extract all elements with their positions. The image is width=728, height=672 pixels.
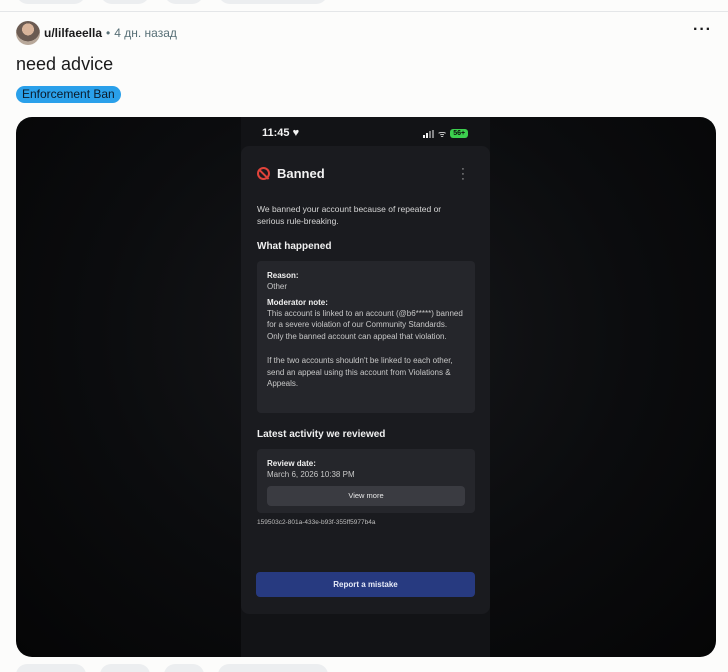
top-action-pill-3[interactable] [164, 0, 204, 4]
divider [0, 11, 728, 12]
avatar[interactable] [16, 21, 40, 45]
comments-button[interactable] [100, 664, 150, 672]
top-action-pill-4[interactable] [218, 0, 328, 4]
wifi-icon: ᯤ [438, 128, 447, 139]
post-timestamp: 4 дн. назад [114, 26, 177, 40]
review-date-label: Review date: [267, 459, 316, 468]
moderator-note-label: Moderator note: [267, 297, 328, 307]
post-title[interactable]: need advice [16, 54, 113, 75]
what-happened-heading: What happened [257, 241, 332, 252]
top-action-pill-2[interactable] [100, 0, 150, 4]
username-link[interactable]: u/lilfaeella [44, 26, 102, 40]
moderator-note-appeal-text: If the two accounts shouldn't be linked … [267, 355, 453, 389]
more-options-icon[interactable]: ··· [693, 22, 712, 38]
battery-icon: 56+ [450, 129, 469, 138]
latest-activity-heading: Latest activity we reviewed [257, 429, 386, 440]
kebab-menu-icon: · · · [461, 163, 465, 185]
view-more-button: View more [267, 486, 465, 506]
signal-icon [423, 129, 434, 138]
post-header: u/lilfaeella • 4 дн. назад ··· [16, 20, 712, 46]
status-icons: ᯤ 56+ [423, 128, 469, 139]
banned-title: Banned [277, 166, 325, 181]
share-button[interactable] [218, 664, 328, 672]
award-button[interactable] [164, 664, 204, 672]
review-date-value: March 6, 2026 10:38 PM [267, 470, 355, 479]
latest-activity-box: Review date: March 6, 2026 10:38 PM View… [257, 449, 475, 513]
vote-button[interactable] [16, 664, 86, 672]
report-mistake-button: Report a mistake [256, 572, 475, 597]
reason-label: Reason: [267, 271, 299, 280]
status-time: 11:45 ♥ [262, 127, 300, 139]
post-flair[interactable]: Enforcement Ban [16, 86, 121, 103]
moderator-note-text: This account is linked to an account (@b… [267, 308, 463, 342]
banned-card: Banned · · · We banned your account becaus… [241, 146, 490, 614]
separator-dot: • [106, 26, 111, 40]
top-action-pill-1[interactable] [16, 0, 86, 4]
post-image[interactable]: 11:45 ♥ ᯤ 56+ Banned · · · We banned your … [16, 117, 716, 657]
ban-icon [257, 167, 270, 180]
reason-value: Other [267, 282, 288, 291]
ban-intro: We banned your account because of repeat… [257, 204, 442, 226]
case-id: 159503c2-801a-433e-b93f-355ff5977b4a [257, 519, 376, 526]
what-happened-box: Reason: Other Moderator note: This accou… [257, 261, 475, 413]
banned-header: Banned [257, 166, 325, 181]
reddit-post-page: u/lilfaeella • 4 дн. назад ··· need advi… [0, 0, 728, 672]
